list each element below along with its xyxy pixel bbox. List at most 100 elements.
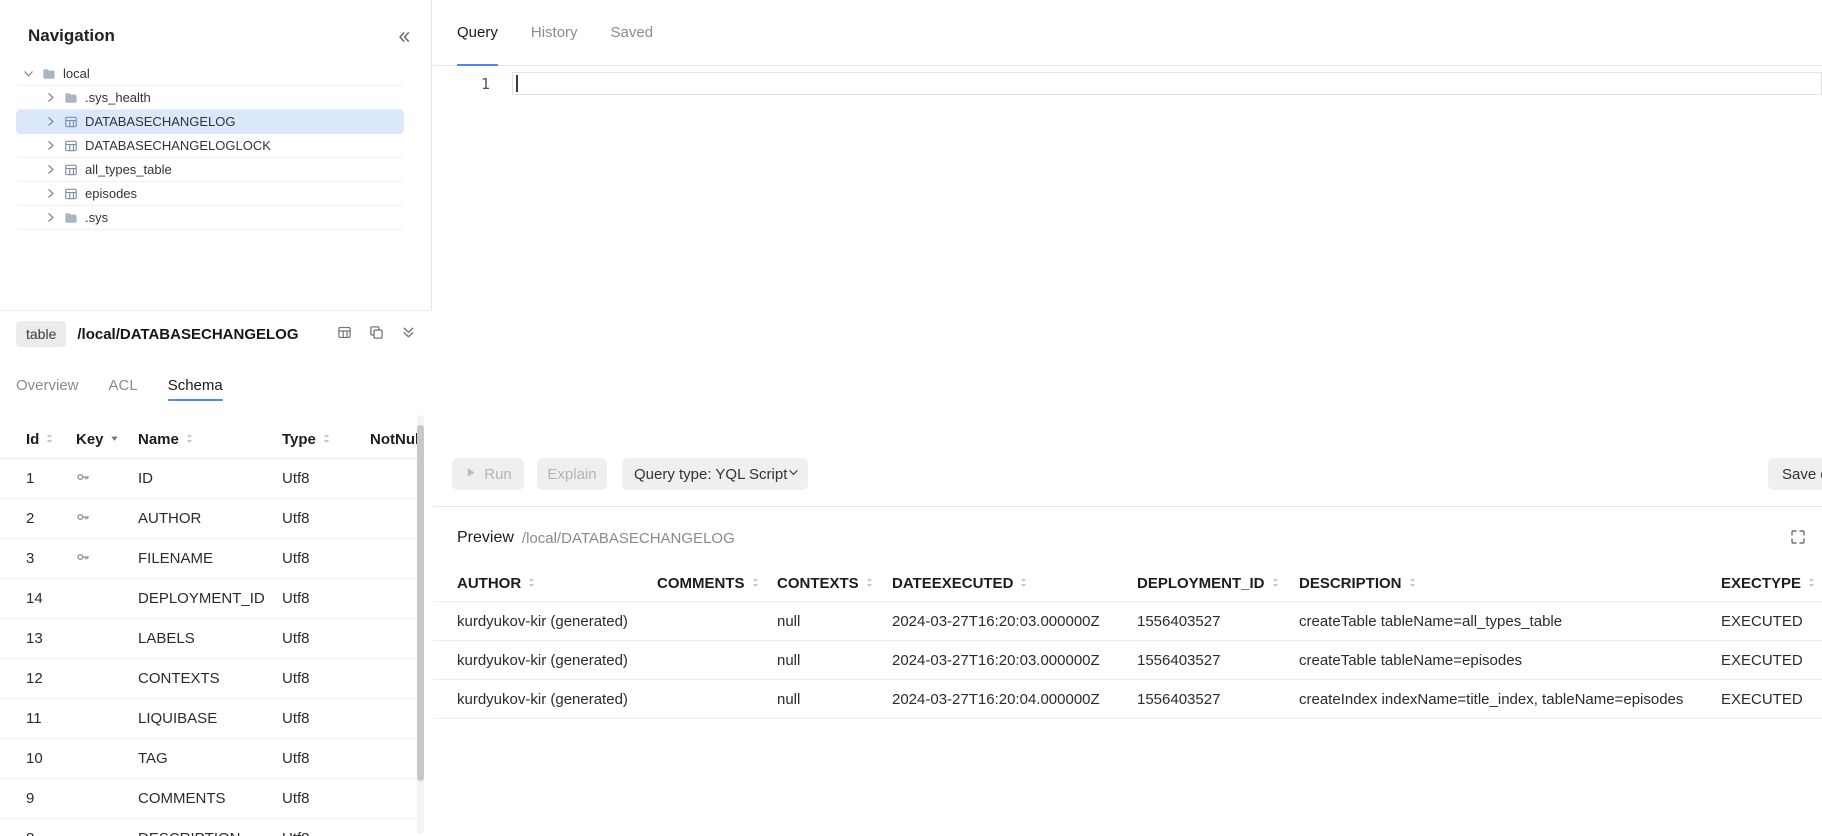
cell-contexts: null <box>777 691 892 708</box>
schema-col-notnull[interactable]: NotNull <box>370 431 418 448</box>
tab-overview[interactable]: Overview <box>16 369 79 401</box>
schema-table: Id Key Name Type NotNull 1 ID Utf8 2 AUT <box>0 421 418 836</box>
sort-icon <box>1806 575 1817 592</box>
tree-item-episodes[interactable]: episodes <box>16 182 404 206</box>
schema-table-scrollbar[interactable] <box>417 415 424 834</box>
tab-acl[interactable]: ACL <box>109 369 138 401</box>
cell-name: AUTHOR <box>138 510 282 527</box>
cell-name: FILENAME <box>138 550 282 567</box>
tab-saved[interactable]: Saved <box>611 0 654 65</box>
entity-path: /local/DATABASECHANGELOG <box>77 326 298 343</box>
run-button[interactable]: Run <box>452 458 524 490</box>
table-icon <box>64 187 78 201</box>
cell-type: Utf8 <box>282 830 370 836</box>
explain-button[interactable]: Explain <box>537 458 607 490</box>
schema-col-id[interactable]: Id <box>26 431 76 448</box>
cell-id: 11 <box>26 710 76 727</box>
fullscreen-button[interactable] <box>1788 528 1808 548</box>
schema-col-key[interactable]: Key <box>76 431 138 448</box>
preview-table-row[interactable]: kurdyukov-kir (generated) null 2024-03-2… <box>433 680 1822 719</box>
preview-col-exectype[interactable]: EXECTYPE <box>1721 575 1822 592</box>
tree-item-sys-health[interactable]: .sys_health <box>16 86 404 110</box>
key-icon <box>76 550 138 568</box>
summary-actions <box>334 324 418 344</box>
tree-item-label: .sys_health <box>85 90 151 105</box>
tree-item-databasechangelog[interactable]: DATABASECHANGELOG <box>16 110 404 134</box>
schema-table-row[interactable]: 11 LIQUIBASE Utf8 <box>0 699 418 739</box>
tree-item-local[interactable]: local <box>16 62 404 86</box>
preview-col-deployment-id[interactable]: DEPLOYMENT_ID <box>1137 575 1299 592</box>
tree-item-label: .sys <box>85 210 108 225</box>
expand-corners-icon <box>1790 529 1806 548</box>
collapse-panel-button[interactable] <box>393 27 415 49</box>
schema-table-row[interactable]: 3 FILENAME Utf8 <box>0 539 418 579</box>
schema-table-row[interactable]: 10 TAG Utf8 <box>0 739 418 779</box>
cell-deployment-id: 1556403527 <box>1137 613 1299 630</box>
cell-author: kurdyukov-kir (generated) <box>457 691 657 708</box>
tree-item-label: DATABASECHANGELOGLOCK <box>85 138 271 153</box>
query-editor[interactable]: 1 <box>433 67 1822 455</box>
schema-table-row[interactable]: 2 AUTHOR Utf8 <box>0 499 418 539</box>
preview-col-author[interactable]: AUTHOR <box>457 575 657 592</box>
save-query-button[interactable]: Save query <box>1768 458 1822 490</box>
chevron-right-icon[interactable] <box>44 139 57 152</box>
sort-icon <box>864 575 875 592</box>
chevron-right-icon[interactable] <box>44 91 57 104</box>
preview-table-row[interactable]: kurdyukov-kir (generated) null 2024-03-2… <box>433 641 1822 680</box>
navigation-title: Navigation <box>28 26 115 46</box>
table-icon <box>64 115 78 129</box>
schema-table-row[interactable]: 1 ID Utf8 <box>0 459 418 499</box>
current-line-highlight <box>512 72 1822 95</box>
schema-col-type[interactable]: Type <box>282 431 370 448</box>
cell-author: kurdyukov-kir (generated) <box>457 613 657 630</box>
object-summary-header: table /local/DATABASECHANGELOG <box>16 320 418 348</box>
tab-history[interactable]: History <box>531 0 578 65</box>
cell-dateexecuted: 2024-03-27T16:20:04.000000Z <box>892 691 1137 708</box>
tree-item-sys[interactable]: .sys <box>16 206 404 230</box>
chevron-right-icon[interactable] <box>44 211 57 224</box>
preview-col-contexts[interactable]: CONTEXTS <box>777 575 892 592</box>
schema-table-row[interactable]: 12 CONTEXTS Utf8 <box>0 659 418 699</box>
schema-table-row[interactable]: 13 LABELS Utf8 <box>0 619 418 659</box>
tree-item-databasechangeloglock[interactable]: DATABASECHANGELOGLOCK <box>16 134 404 158</box>
sort-icon <box>750 575 761 592</box>
schema-col-name[interactable]: Name <box>138 431 282 448</box>
schema-tree: local .sys_health DATABASECHANGELOG DATA… <box>16 62 404 230</box>
cell-name: LIQUIBASE <box>138 710 282 727</box>
chevron-down-icon[interactable] <box>22 67 35 80</box>
preview-col-dateexecuted[interactable]: DATEEXECUTED <box>892 575 1137 592</box>
cell-description: createTable tableName=all_types_table <box>1299 613 1721 630</box>
object-summary: table /local/DATABASECHANGELOG Overview … <box>0 310 432 836</box>
open-preview-button[interactable] <box>334 324 354 344</box>
schema-table-row[interactable]: 8 DESCRIPTION Utf8 <box>0 819 418 836</box>
chevrons-left-icon <box>396 29 412 48</box>
sort-icon <box>44 431 55 448</box>
key-icon <box>76 510 138 528</box>
schema-table-row[interactable]: 14 DEPLOYMENT_ID Utf8 <box>0 579 418 619</box>
chevron-right-icon[interactable] <box>44 163 57 176</box>
tab-schema[interactable]: Schema <box>168 369 223 401</box>
query-workspace: Query History Saved 1 Run Explain Query … <box>433 0 1822 836</box>
folder-icon <box>64 211 78 225</box>
cell-dateexecuted: 2024-03-27T16:20:03.000000Z <box>892 613 1137 630</box>
cell-exectype: EXECUTED <box>1721 613 1822 630</box>
chevron-right-icon[interactable] <box>44 115 57 128</box>
query-type-dropdown[interactable]: Query type: YQL Script <box>622 458 808 490</box>
table-cells-icon <box>337 325 352 343</box>
tree-item-all-types-table[interactable]: all_types_table <box>16 158 404 182</box>
cell-type: Utf8 <box>282 710 370 727</box>
copy-path-button[interactable] <box>366 324 386 344</box>
editor-toolbar: Run Explain Query type: YQL Script Save … <box>433 458 1822 492</box>
expand-summary-button[interactable] <box>398 324 418 344</box>
preview-col-comments[interactable]: COMMENTS <box>657 575 777 592</box>
schema-table-row[interactable]: 9 COMMENTS Utf8 <box>0 779 418 819</box>
caret-down-icon <box>109 431 120 448</box>
scrollbar-thumb[interactable] <box>417 425 424 781</box>
chevron-right-icon[interactable] <box>44 187 57 200</box>
preview-table-row[interactable]: kurdyukov-kir (generated) null 2024-03-2… <box>433 602 1822 641</box>
preview-header: Preview /local/DATABASECHANGELOG <box>457 520 1808 556</box>
preview-col-description[interactable]: DESCRIPTION <box>1299 575 1721 592</box>
cell-id: 12 <box>26 670 76 687</box>
cell-name: CONTEXTS <box>138 670 282 687</box>
tab-query[interactable]: Query <box>457 0 498 65</box>
